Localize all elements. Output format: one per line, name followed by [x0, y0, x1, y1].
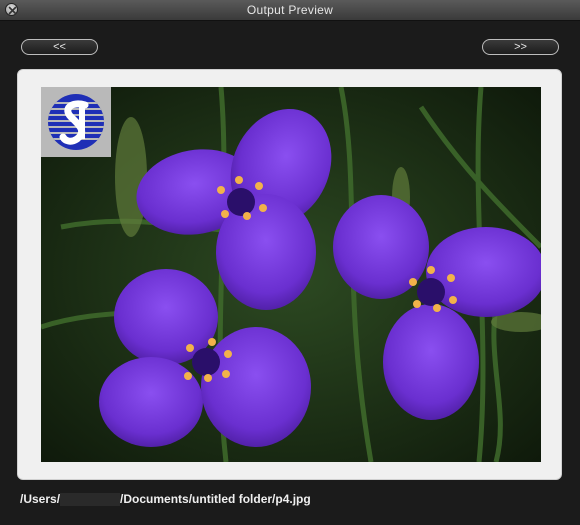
preview-image — [41, 87, 541, 462]
logo-icon — [48, 94, 104, 150]
window-title: Output Preview — [246, 3, 334, 17]
title-bar: Output Preview — [0, 0, 580, 21]
watermark-logo — [41, 87, 111, 157]
next-button[interactable]: >> — [482, 39, 559, 55]
file-path: /Users/ /Documents/untitled folder/p4.jpg — [20, 491, 311, 507]
previous-button[interactable]: << — [21, 39, 98, 55]
file-path-prefix: /Users/ — [20, 492, 61, 506]
flower-photo — [41, 87, 541, 462]
preview-window: Output Preview << >> /Users/ /Documents/… — [0, 0, 580, 525]
redacted-username — [60, 493, 121, 506]
file-path-suffix: /Documents/untitled folder/p4.jpg — [120, 492, 311, 506]
image-frame — [17, 69, 562, 480]
